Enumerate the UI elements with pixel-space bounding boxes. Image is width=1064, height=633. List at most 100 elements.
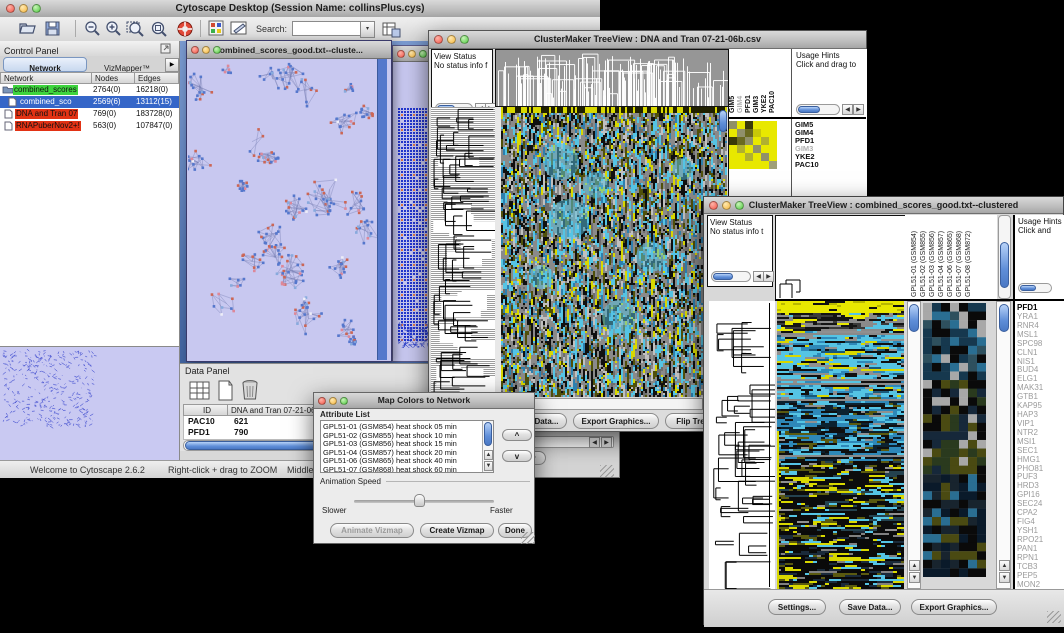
- gene-label[interactable]: MAK31: [1017, 383, 1043, 392]
- tv2-column-dendrogram-panel[interactable]: [775, 215, 905, 299]
- tab-network[interactable]: Network: [3, 57, 87, 72]
- scroll-down-icon[interactable]: ▼: [999, 572, 1010, 583]
- scroll-up-icon[interactable]: ▲: [999, 560, 1010, 571]
- gene-label[interactable]: HRD3: [1017, 481, 1039, 490]
- tv1-zoom-matrix[interactable]: [729, 121, 777, 169]
- close-icon[interactable]: [434, 35, 443, 44]
- main-titlebar[interactable]: Cytoscape Desktop (Session Name: collins…: [0, 0, 600, 18]
- gene-label[interactable]: MSL1: [1017, 330, 1038, 339]
- tv2-button-settings[interactable]: Settings...: [768, 599, 826, 615]
- move-down-button[interactable]: v: [502, 450, 532, 462]
- scroll-up-icon[interactable]: ▲: [484, 450, 493, 460]
- network-vertical-scrollbar[interactable]: [377, 59, 387, 360]
- float-panel-icon[interactable]: [160, 43, 172, 55]
- resize-grip[interactable]: [600, 465, 614, 477]
- gene-label[interactable]: RNR4: [1017, 321, 1039, 330]
- tab-overflow-icon[interactable]: ▶: [165, 58, 179, 72]
- minimize-icon[interactable]: [19, 4, 28, 13]
- tv2-button-export-graphics[interactable]: Export Graphics...: [911, 599, 997, 615]
- list-item[interactable]: GPL51-07 (GSM868) heat shock 60 min: [323, 465, 457, 473]
- gene-label[interactable]: PAN1: [1017, 544, 1037, 553]
- table-row[interactable]: combined_sco2569(6)13112(15): [0, 96, 179, 108]
- scroll-right-icon[interactable]: ▶: [601, 437, 612, 448]
- tv2-collabels-scrollbar[interactable]: [998, 215, 1011, 299]
- tv1-column-dendrogram[interactable]: [495, 49, 730, 107]
- resize-grip[interactable]: [1047, 611, 1061, 623]
- tv1-usage-scrollbar[interactable]: [796, 104, 840, 115]
- gene-label[interactable]: VIP1: [1017, 419, 1034, 428]
- network-view[interactable]: [188, 59, 378, 361]
- tv1-row-dendrogram[interactable]: [431, 107, 495, 397]
- attribute-list-scrollbar[interactable]: ▲ ▼: [482, 421, 493, 472]
- create-vizmap-button[interactable]: Create Vizmap: [420, 523, 494, 538]
- zoom-fit-icon[interactable]: [126, 20, 146, 38]
- dense-network-view[interactable]: [398, 108, 432, 348]
- window-controls[interactable]: [6, 4, 41, 13]
- vizmapper-icon[interactable]: [208, 20, 225, 37]
- zoom-selected-icon[interactable]: [150, 20, 170, 38]
- gene-label[interactable]: CLN1: [1017, 348, 1037, 357]
- scroll-right-icon[interactable]: ▶: [853, 104, 864, 115]
- move-up-button[interactable]: ^: [502, 429, 532, 441]
- zoom-in-icon[interactable]: [105, 20, 123, 38]
- table-row[interactable]: RNAPuberNov2+!563(0)107847(0): [0, 120, 179, 132]
- gene-label[interactable]: MON2: [1017, 580, 1040, 589]
- search-input[interactable]: [292, 21, 364, 36]
- tv2-usage-scrollbar[interactable]: [1018, 283, 1052, 293]
- search-dropdown-icon[interactable]: ▾: [360, 21, 375, 38]
- scroll-left-icon[interactable]: ◀: [842, 104, 853, 115]
- table-icon[interactable]: [188, 379, 212, 403]
- gene-label[interactable]: GPI16: [1017, 490, 1040, 499]
- zoom-window-icon[interactable]: [213, 46, 221, 54]
- tv2-zoom-heatmap[interactable]: [923, 303, 986, 577]
- minimize-icon[interactable]: [329, 397, 337, 405]
- scroll-up-icon[interactable]: ▲: [909, 560, 920, 571]
- gene-label[interactable]: YRA1: [1017, 312, 1038, 321]
- zoom-window-icon[interactable]: [32, 4, 41, 13]
- close-icon[interactable]: [709, 201, 718, 210]
- gene-label[interactable]: MSI1: [1017, 437, 1036, 446]
- table-row[interactable]: DNA and Tran 07769(0)183728(0): [0, 108, 179, 120]
- new-document-icon[interactable]: [216, 379, 236, 403]
- gene-label[interactable]: TCB3: [1017, 562, 1037, 571]
- speed-slider-thumb[interactable]: [414, 494, 425, 507]
- close-icon[interactable]: [397, 50, 405, 58]
- gene-label[interactable]: NTR2: [1017, 428, 1038, 437]
- network-overview-panel[interactable]: [0, 346, 179, 461]
- scroll-left-icon[interactable]: ◀: [589, 437, 600, 448]
- network-overview-canvas[interactable]: [1, 349, 176, 459]
- gene-label[interactable]: SEC24: [1017, 499, 1042, 508]
- gene-label[interactable]: PFD1: [1017, 303, 1037, 312]
- tv1-heatmap-vscroll-thumb[interactable]: [719, 110, 727, 132]
- network-tree-panel[interactable]: [0, 132, 179, 346]
- close-icon[interactable]: [6, 4, 15, 13]
- tv2-status-zoom-scrollbar[interactable]: [711, 271, 751, 282]
- tv2-genelist-scrollbar[interactable]: ▲ ▼: [996, 301, 1011, 589]
- gene-label[interactable]: CPA2: [1017, 508, 1037, 517]
- help-ring-icon[interactable]: [176, 20, 194, 38]
- annotation-icon[interactable]: [230, 20, 249, 37]
- minimize-icon[interactable]: [408, 50, 416, 58]
- gene-label[interactable]: KAP95: [1017, 401, 1042, 410]
- import-table-icon[interactable]: [382, 20, 401, 38]
- scroll-down-icon[interactable]: ▼: [484, 461, 493, 471]
- tv2-button-save-data[interactable]: Save Data...: [839, 599, 901, 615]
- tv2-heatmap[interactable]: [777, 301, 904, 589]
- resize-grip[interactable]: [521, 532, 535, 544]
- gene-label[interactable]: HMG1: [1017, 455, 1040, 464]
- gene-label[interactable]: RPN1: [1017, 553, 1038, 562]
- close-icon[interactable]: [318, 397, 326, 405]
- gene-label[interactable]: PEP5: [1017, 571, 1037, 580]
- minimize-icon[interactable]: [202, 46, 210, 54]
- trash-icon[interactable]: [240, 378, 260, 403]
- save-icon[interactable]: [44, 20, 61, 37]
- gene-label[interactable]: SPC98: [1017, 339, 1042, 348]
- zoom-window-icon[interactable]: [419, 50, 427, 58]
- tv2-row-dendrogram[interactable]: [709, 301, 775, 589]
- zoom-window-icon[interactable]: [735, 201, 744, 210]
- table-row[interactable]: combined_scores2764(0)16218(0): [0, 84, 179, 96]
- scroll-down-icon[interactable]: ▼: [909, 572, 920, 583]
- gene-label[interactable]: NIS1: [1017, 357, 1035, 366]
- scroll-right-icon[interactable]: ▶: [763, 271, 774, 282]
- gene-label[interactable]: ELG1: [1017, 374, 1037, 383]
